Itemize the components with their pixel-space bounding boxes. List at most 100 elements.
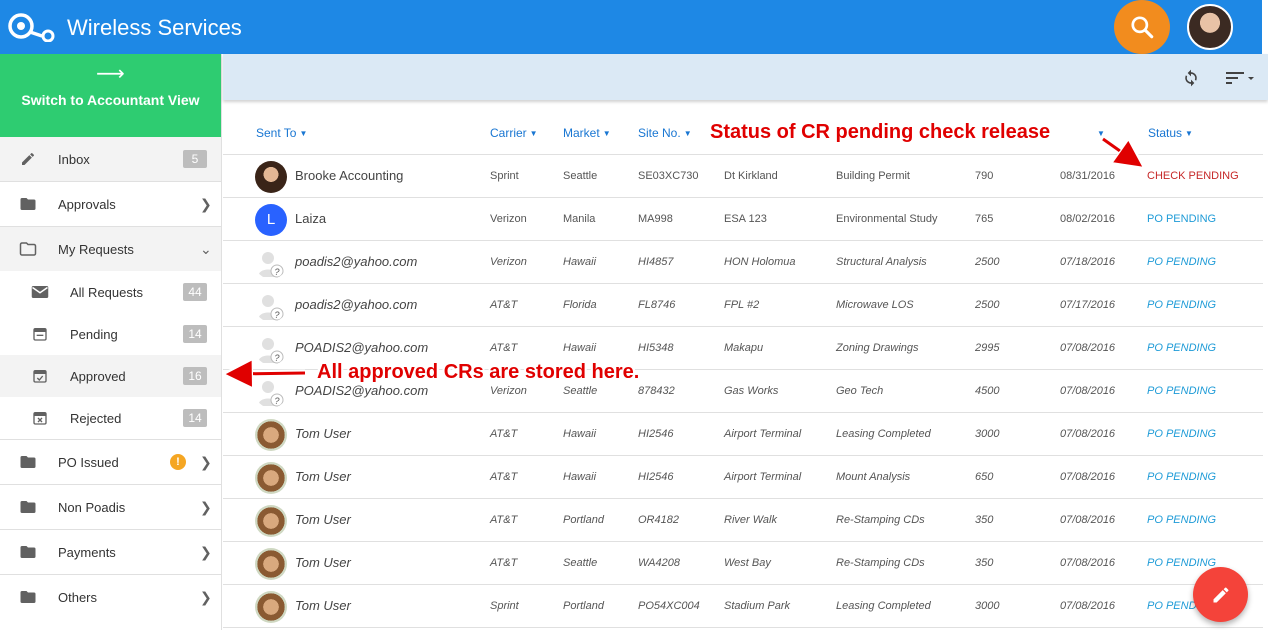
user-placeholder-icon: ? [255, 376, 287, 408]
table-row[interactable]: Tom User AT&T Hawaii HI2546 Airport Terminal… [223, 413, 1263, 456]
table-row[interactable]: Brooke Accounting Sprint Seattle SE03XC730 D… [223, 155, 1263, 198]
app-title: Wireless Services [67, 15, 242, 40]
table-row[interactable]: Tom User AT&T Portland OR4182 River Walk Re-S… [223, 499, 1263, 542]
calendar-check-icon [30, 367, 50, 385]
cell-date: 08/31/2016 [1060, 170, 1116, 182]
sent-to-name: Tom User [295, 512, 351, 527]
column-header-carrier[interactable]: Carrier ▼ [490, 126, 538, 140]
cell-date: 07/08/2016 [1060, 428, 1116, 440]
column-header-sent-to[interactable]: Sent To ▼ [256, 126, 307, 140]
cell-type: Zoning Drawings [836, 342, 919, 354]
sidebar-item-my-requests[interactable]: My Requests ⌄ [0, 227, 221, 271]
cell-type: Mount Analysis [836, 471, 911, 483]
cell-market: Manila [563, 213, 596, 225]
cell-type: Re-Stamping CDs [836, 557, 925, 569]
user-placeholder-icon: ? [255, 247, 287, 279]
cell-market: Portland [563, 514, 604, 526]
switch-to-accountant-view-button[interactable]: ⟶ Switch to Accountant View [0, 54, 221, 137]
sidebar-item-label: Approvals [58, 196, 116, 212]
svg-text:?: ? [274, 353, 279, 363]
cell-date: 07/08/2016 [1060, 342, 1116, 354]
chevron-down-icon: ⌄ [200, 240, 212, 257]
cell-type: Structural Analysis [836, 256, 927, 268]
table-row[interactable]: Tom User AT&T Seattle WA4208 West Bay Re-Stam… [223, 542, 1263, 585]
column-header-market[interactable]: Market ▼ [563, 126, 611, 140]
cell-carrier: Verizon [490, 256, 527, 268]
sent-to-name: poadis2@yahoo.com [295, 254, 418, 269]
cell-amount: 3000 [975, 428, 1000, 440]
sidebar-item-payments[interactable]: Payments ❯ [0, 530, 221, 574]
cell-site-name: Makapu [724, 342, 764, 354]
sent-to-name: poadis2@yahoo.com [295, 297, 418, 312]
cell-carrier: AT&T [490, 557, 518, 569]
sidebar-item-others[interactable]: Others ❯ [0, 575, 221, 619]
cell-carrier: Sprint [490, 600, 519, 612]
sidebar-item-label: Approved [70, 368, 126, 384]
sidebar-item-label: Rejected [70, 410, 122, 426]
cell-date: 07/18/2016 [1060, 256, 1116, 268]
cell-site: WA4208 [638, 557, 680, 569]
chevron-right-icon: ❯ [200, 195, 212, 212]
cell-carrier: AT&T [490, 428, 518, 440]
cell-carrier: AT&T [490, 471, 518, 483]
svg-text:?: ? [274, 396, 279, 406]
folder-icon [18, 543, 38, 561]
column-header-status[interactable]: Status ▼ [1148, 126, 1193, 140]
wireless-logo-icon[interactable] [8, 12, 58, 42]
table-row[interactable]: Tom User AT&T Hawaii HI2546 Airport Terminal… [223, 456, 1263, 499]
cell-carrier: AT&T [490, 299, 518, 311]
cell-carrier: Verizon [490, 213, 527, 225]
sidebar-item-approved[interactable]: Approved 16 [0, 355, 221, 397]
refresh-icon[interactable] [1181, 68, 1201, 88]
search-button[interactable] [1114, 0, 1170, 54]
cell-market: Seattle [563, 170, 598, 182]
sidebar-item-po-issued[interactable]: PO Issued ! ❯ [0, 440, 221, 484]
cell-market: Hawaii [563, 428, 597, 440]
user-placeholder-icon: ? [255, 290, 287, 322]
table-row[interactable]: ? poadis2@yahoo.com Verizon Hawaii HI4857 HON… [223, 241, 1263, 284]
annotation-approved-note: All approved CRs are stored here. [317, 361, 640, 383]
cell-market: Hawaii [563, 471, 597, 483]
folder-icon [18, 498, 38, 516]
folder-icon [18, 195, 38, 213]
sidebar-item-pending[interactable]: Pending 14 [0, 313, 221, 355]
sidebar-item-label: All Requests [70, 284, 143, 300]
sent-to-name: POADIS2@yahoo.com [295, 340, 429, 355]
cell-amount: 765 [975, 213, 994, 225]
sidebar-item-all-requests[interactable]: All Requests 44 [0, 271, 221, 313]
cell-date: 08/02/2016 [1060, 213, 1116, 225]
sidebar-item-non-poadis[interactable]: Non Poadis ❯ [0, 485, 221, 529]
count-badge: 16 [183, 367, 207, 385]
sidebar-item-inbox[interactable]: Inbox 5 [0, 137, 221, 181]
cell-site-name: Stadium Park [724, 600, 791, 612]
sort-icon[interactable] [1226, 70, 1256, 86]
status-badge: PO PENDING [1147, 385, 1217, 397]
user-avatar[interactable] [1187, 4, 1233, 50]
status-badge: PO PENDING [1147, 557, 1217, 569]
sidebar-item-label: PO Issued [58, 454, 119, 470]
sent-to-name: Laiza [295, 211, 327, 226]
cell-type: Re-Stamping CDs [836, 514, 925, 526]
compose-fab-button[interactable] [1193, 567, 1248, 622]
sidebar-item-rejected[interactable]: Rejected 14 [0, 397, 221, 439]
sent-to-name: POADIS2@yahoo.com [295, 383, 429, 398]
table-row[interactable]: Tom User Sprint Portland PO54XC004 Stadium P… [223, 585, 1263, 628]
arrow-right-icon: ⟶ [96, 63, 125, 85]
column-header-sort-caret[interactable]: ▼ [1094, 126, 1105, 140]
table-body: Brooke Accounting Sprint Seattle SE03XC730 D… [223, 155, 1263, 628]
folder-icon [18, 588, 38, 606]
cell-amount: 650 [975, 471, 994, 483]
avatar [255, 462, 287, 494]
cell-site-name: FPL #2 [724, 299, 760, 311]
status-badge: PO PENDING [1147, 256, 1217, 268]
sidebar-item-approvals[interactable]: Approvals ❯ [0, 182, 221, 226]
switch-view-label: Switch to Accountant View [21, 92, 200, 108]
table-row[interactable]: ? poadis2@yahoo.com AT&T Florida FL8746 FPL #… [223, 284, 1263, 327]
cell-type: Environmental Study [836, 213, 938, 225]
sent-to-name: Brooke Accounting [295, 168, 404, 183]
avatar [255, 505, 287, 537]
column-header-site-no[interactable]: Site No. ▼ [638, 126, 692, 140]
status-badge: PO PENDING [1147, 299, 1217, 311]
cell-amount: 2500 [975, 256, 1000, 268]
table-row[interactable]: L Laiza Verizon Manila MA998 ESA 123 Environme… [223, 198, 1263, 241]
